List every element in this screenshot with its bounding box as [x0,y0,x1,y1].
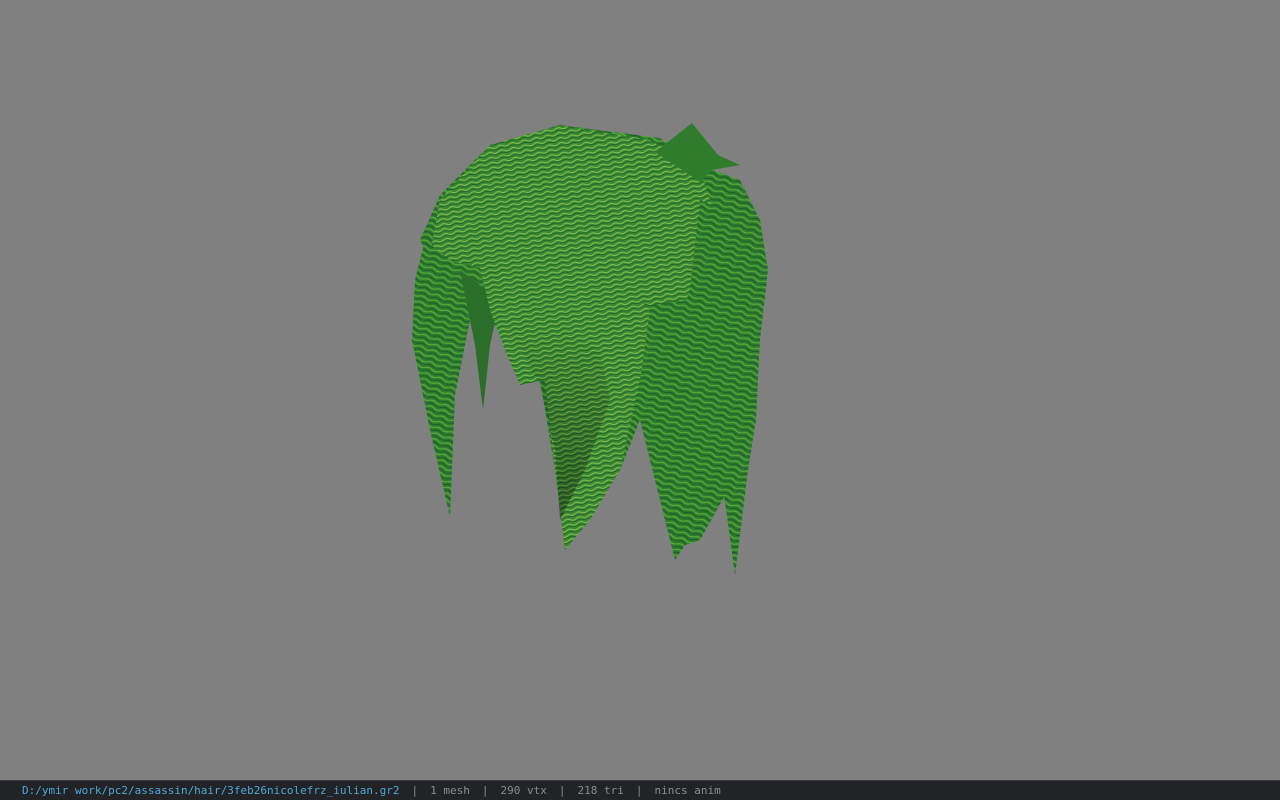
hair-model[interactable] [0,0,1280,780]
triangle-count: 218 tri [577,784,624,797]
mesh-count: 1 mesh [430,784,470,797]
separator: | [411,784,419,797]
vertex-count: 290 vtx [500,784,547,797]
separator: | [558,784,566,797]
separator: | [635,784,643,797]
3d-viewport[interactable] [0,0,1280,780]
hair-left-strand [412,240,470,517]
anim-status: nincs anim [654,784,721,797]
file-path: D:/ymir work/pc2/assassin/hair/3feb26nic… [22,784,400,797]
status-bar: D:/ymir work/pc2/assassin/hair/3feb26nic… [0,780,1280,800]
separator: | [481,784,489,797]
